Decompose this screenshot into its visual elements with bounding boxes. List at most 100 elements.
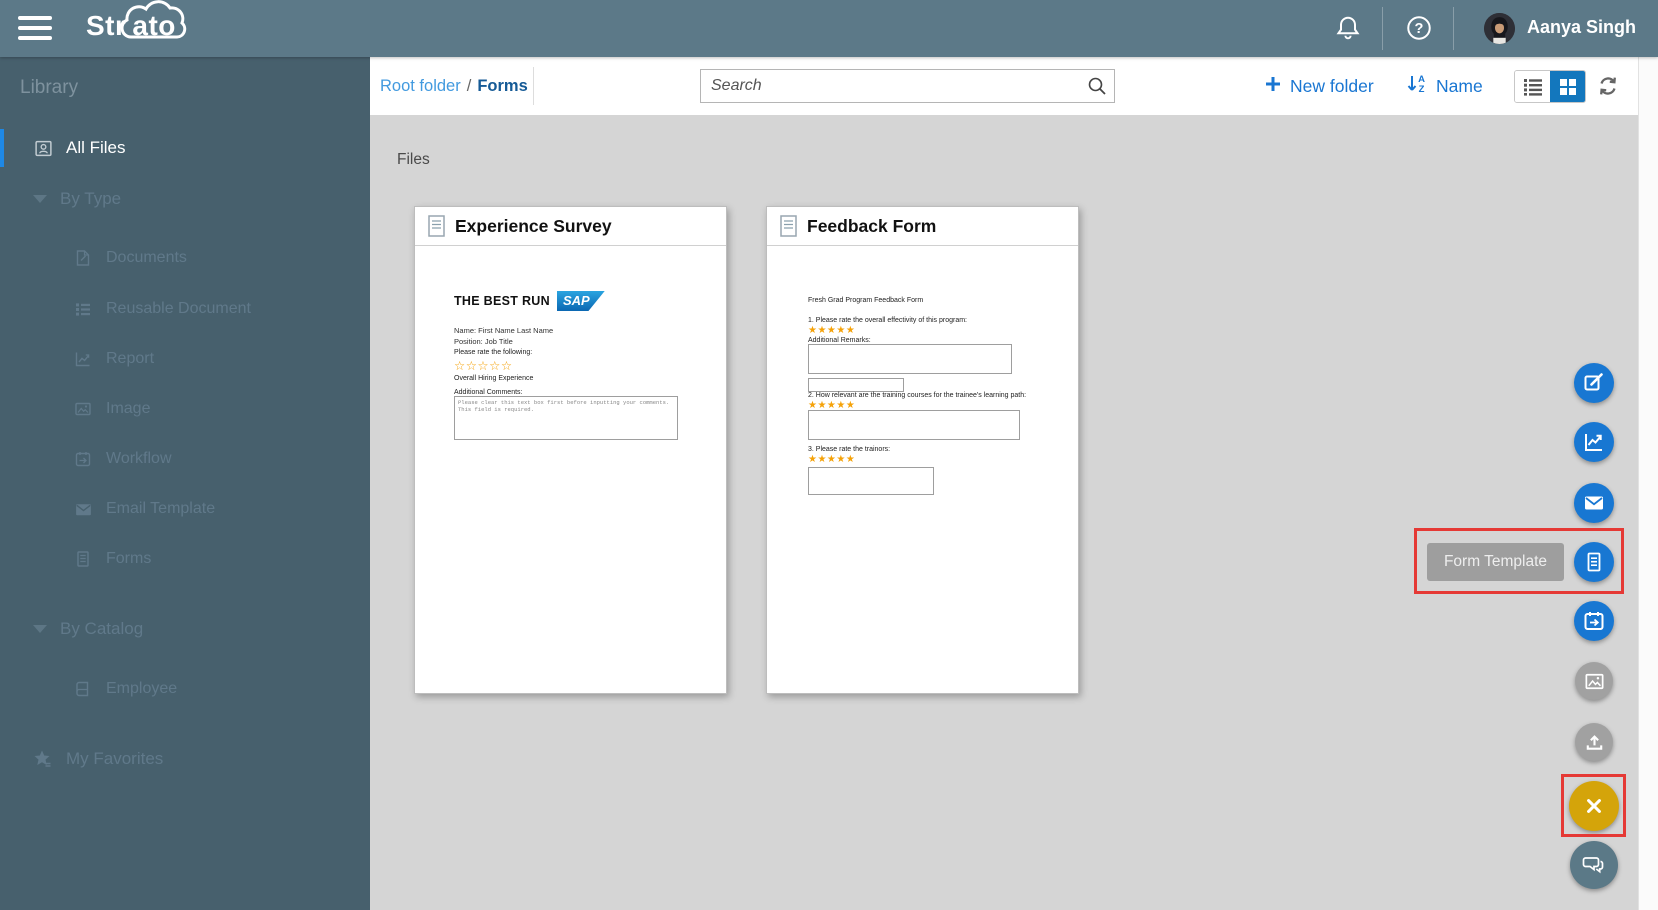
header-divider: [1453, 7, 1454, 50]
sidebar-item-reusable-document[interactable]: Reusable Document: [0, 290, 370, 328]
list-view-button[interactable]: [1515, 71, 1550, 102]
sidebar-item-label: Reusable Document: [106, 300, 251, 317]
question-2-label: 2. How relevant are the training courses…: [808, 392, 1027, 399]
sort-az-icon: AZ: [1405, 72, 1429, 101]
star-list-icon: [33, 749, 53, 769]
app-logo[interactable]: Str ato: [86, 0, 187, 42]
sidebar-item-documents[interactable]: Documents: [0, 239, 370, 277]
header-divider: [1382, 7, 1383, 50]
catalog-book-icon: [73, 679, 93, 699]
question-2-textarea: [808, 410, 1020, 440]
best-run-text: THE BEST RUN: [454, 294, 550, 309]
form-template-fab-button[interactable]: [1574, 542, 1614, 582]
remarks-textarea: [808, 344, 1012, 374]
breadcrumb-separator: /: [466, 76, 472, 95]
email-fab-button[interactable]: [1574, 483, 1614, 523]
image-fab-button[interactable]: [1575, 662, 1613, 700]
toolbar-divider: [533, 67, 534, 105]
edit-fab-button[interactable]: [1574, 363, 1614, 403]
sidebar-group-by-type[interactable]: By Type: [0, 180, 370, 218]
file-card-feedback-form[interactable]: Feedback Form Fresh Grad Program Feedbac…: [766, 206, 1079, 694]
chat-fab-button[interactable]: [1570, 841, 1618, 889]
sidebar-item-email-template[interactable]: Email Template: [0, 490, 370, 528]
files-content-area: Files Experience Survey THE BEST RUN SAP …: [370, 115, 1638, 910]
comments-label: Additional Comments:: [454, 389, 523, 396]
refresh-icon[interactable]: [1596, 74, 1620, 98]
report-fab-button[interactable]: [1574, 422, 1614, 462]
card-header: Experience Survey: [415, 207, 726, 246]
toolbar: Root folder / Forms New folder AZ Name: [370, 57, 1638, 115]
small-input-box: [808, 378, 904, 392]
user-name[interactable]: Aanya Singh: [1527, 17, 1636, 38]
breadcrumb-current: Forms: [477, 76, 528, 95]
stars-caption: Overall Hiring Experience: [454, 375, 534, 382]
sidebar-item-forms[interactable]: Forms: [0, 540, 370, 578]
sidebar-item-report[interactable]: Report: [0, 340, 370, 378]
form-icon: [73, 549, 93, 569]
card-header: Feedback Form: [767, 207, 1078, 246]
search-icon[interactable]: [1087, 76, 1107, 101]
file-card-experience-survey[interactable]: Experience Survey THE BEST RUN SAP Name: …: [414, 206, 727, 694]
sidebar-item-employee[interactable]: Employee: [0, 670, 370, 708]
sidebar-item-label: Workflow: [106, 450, 172, 467]
search-input[interactable]: [700, 69, 1115, 103]
sort-label: Name: [1436, 75, 1483, 96]
user-avatar[interactable]: [1484, 13, 1515, 44]
image-icon: [73, 399, 93, 419]
cloud-logo-icon: [120, 0, 187, 39]
envelope-icon: [1585, 496, 1603, 510]
upload-icon: [1586, 734, 1602, 750]
chart-icon: [73, 349, 93, 369]
chevron-down-icon: [33, 195, 47, 203]
form-file-icon: [428, 215, 445, 237]
doc-name-line: Name: First Name Last Name: [454, 326, 554, 335]
sidebar-group-by-catalog[interactable]: By Catalog: [0, 610, 370, 648]
remarks-label: Additional Remarks:: [808, 337, 871, 344]
breadcrumb: Root folder / Forms: [380, 57, 528, 115]
menu-icon[interactable]: [18, 16, 52, 41]
sidebar-item-my-favorites[interactable]: My Favorites: [0, 740, 370, 778]
sidebar: Library All Files By Type Documents Reus…: [0, 57, 370, 910]
image-icon: [1584, 673, 1604, 689]
grid-view-button[interactable]: [1550, 71, 1585, 102]
envelope-icon: [73, 499, 93, 519]
sort-by-name-button[interactable]: AZ Name: [1405, 57, 1483, 115]
sidebar-item-label: Documents: [106, 249, 187, 266]
close-icon: [1587, 799, 1601, 813]
sap-logo: SAP: [556, 291, 605, 311]
list-view-icon: [1523, 79, 1542, 96]
svg-text:?: ?: [1415, 21, 1424, 37]
sidebar-item-all-files[interactable]: All Files: [0, 129, 370, 167]
search-box: [700, 69, 1115, 103]
workflow-fab-button[interactable]: [1574, 601, 1614, 641]
chart-icon: [1585, 434, 1602, 451]
app-header: Str ato ? Aanya Singh: [0, 0, 1658, 57]
grid-view-icon: [1559, 78, 1576, 95]
sidebar-item-image[interactable]: Image: [0, 390, 370, 428]
sidebar-item-label: Employee: [106, 680, 178, 697]
edit-icon: [1584, 373, 1603, 391]
contact-card-icon: [33, 138, 53, 158]
sidebar-item-workflow[interactable]: Workflow: [0, 440, 370, 478]
breadcrumb-root-link[interactable]: Root folder: [380, 77, 461, 96]
doc-heading: Fresh Grad Program Feedback Form: [808, 297, 924, 304]
upload-fab-button[interactable]: [1575, 723, 1613, 761]
sidebar-item-label: Image: [106, 400, 151, 417]
doc-position-line: Position: Job Title: [454, 337, 513, 346]
close-fab-button[interactable]: [1569, 781, 1619, 831]
comments-textbox: Please clear this text box first before …: [454, 396, 678, 440]
sidebar-group-label: By Catalog: [60, 619, 144, 638]
help-icon[interactable]: ?: [1405, 14, 1433, 42]
question-3-stars: ★★★★★: [808, 454, 856, 465]
file-title: Experience Survey: [455, 215, 612, 236]
form-file-icon: [780, 215, 797, 237]
right-panel-strip[interactable]: [1638, 57, 1658, 910]
form-template-icon: [1587, 552, 1601, 572]
svg-text:Z: Z: [1419, 84, 1425, 95]
question-3-label: 3. Please rate the trainors:: [808, 446, 891, 453]
document-icon: [73, 248, 93, 268]
workflow-calendar-icon: [1584, 612, 1604, 630]
new-folder-button[interactable]: New folder: [1263, 57, 1374, 115]
question-3-textbox: [808, 467, 934, 495]
notifications-bell-icon[interactable]: [1334, 14, 1362, 42]
